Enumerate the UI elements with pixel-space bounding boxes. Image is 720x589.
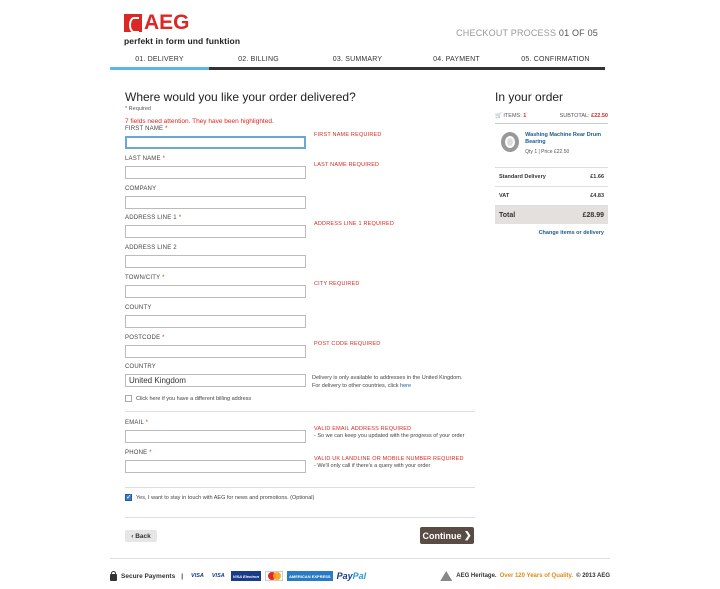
- order-item: Washing Machine Rear Drum Bearing Qty 1 …: [495, 132, 608, 168]
- last-name-error: LAST NAME REQUIRED: [314, 162, 380, 168]
- aeg-logo[interactable]: AEG perfekt in form und funktion: [124, 11, 241, 46]
- other-countries-link[interactable]: here: [400, 383, 411, 389]
- step-delivery: 01. DELIVERY: [110, 54, 209, 70]
- first-name-field: FIRST NAME * FIRST NAME REQUIRED: [125, 126, 381, 149]
- address2-field: ADDRESS LINE 2: [125, 245, 306, 268]
- address1-error: ADDRESS LINE 1 REQUIRED: [314, 221, 395, 227]
- aeg-logo-icon: [124, 14, 142, 33]
- delivery-line: Standard Delivery £1.66: [495, 168, 608, 187]
- mastercard-icon: [265, 571, 284, 581]
- paypal-icon: PayPal: [336, 571, 367, 581]
- postcode-input[interactable]: [125, 345, 306, 358]
- visa-icon: VISA: [191, 573, 204, 579]
- summary-title: In your order: [495, 90, 564, 104]
- bearing-thumbnail: [501, 132, 520, 152]
- phone-input[interactable]: [125, 460, 306, 473]
- checkout-progress: CHECKOUT PROCESS 01 OF 05: [456, 28, 598, 38]
- billing-address-label: Click here if you have a different billi…: [136, 395, 252, 402]
- email-field: EMAIL * VALID EMAIL ADDRESS REQUIRED - S…: [125, 420, 464, 443]
- vat-line: VAT £4.83: [495, 187, 608, 206]
- cart-icon: 🛒: [495, 113, 502, 119]
- step-payment: 04. PAYMENT: [433, 56, 480, 63]
- country-field: COUNTRY United Kingdom Delivery is only …: [125, 364, 462, 389]
- back-button[interactable]: ‹ Back: [125, 530, 157, 542]
- postcode-field: POSTCODE * POST CODE REQUIRED: [125, 335, 380, 358]
- email-error: VALID EMAIL ADDRESS REQUIRED: [314, 426, 412, 432]
- step-summary: 03. SUMMARY: [332, 56, 383, 63]
- town-field: TOWN/CITY * CITY REQUIRED: [125, 275, 359, 298]
- footer-divider: [110, 558, 610, 559]
- delivery-form: Where would you like your order delivere…: [125, 90, 475, 544]
- country-note: Delivery is only available to addresses …: [312, 375, 463, 389]
- item-qty: Qty 1 | Price £22.50: [525, 149, 570, 155]
- phone-help: - We'll only call if there's a query wit…: [314, 463, 431, 469]
- first-name-error: FIRST NAME REQUIRED: [314, 132, 382, 138]
- step-billing: 02. BILLING: [238, 56, 279, 63]
- step-confirmation: 05. CONFIRMATION: [521, 56, 590, 63]
- amex-icon: AMERICAN EXPRESS: [287, 571, 333, 581]
- brand-name: AEG: [144, 11, 190, 34]
- continue-button[interactable]: Continue ❯: [420, 527, 474, 544]
- billing-address-row: Click here if you have a different billi…: [125, 395, 251, 402]
- newsletter-checkbox[interactable]: [125, 493, 132, 501]
- company-field: COMPANY: [125, 186, 306, 209]
- total-line: Total £28.99: [495, 206, 608, 224]
- newsletter-label: Yes, I want to stay in touch with AEG fo…: [136, 494, 315, 501]
- email-input[interactable]: [125, 430, 306, 443]
- chevron-right-icon: ❯: [461, 530, 472, 540]
- heritage-logo-icon: [440, 571, 453, 581]
- error-summary: 7 fields need attention. They have been …: [125, 118, 274, 125]
- county-input[interactable]: [125, 315, 306, 328]
- company-input[interactable]: [125, 196, 306, 209]
- item-name-link[interactable]: Washing Machine Rear Drum Bearing: [525, 132, 608, 146]
- phone-error: VALID UK LANDLINE OR MOBILE NUMBER REQUI…: [314, 456, 464, 462]
- heritage-note: AEG Heritage. Over 120 Years of Quality.…: [440, 571, 610, 581]
- town-input[interactable]: [125, 285, 306, 298]
- lock-icon: [110, 570, 117, 581]
- change-items-link[interactable]: Change items or delivery: [495, 230, 608, 236]
- address1-input[interactable]: [125, 225, 306, 238]
- visa-electron-icon: VISA Electron: [230, 571, 262, 581]
- divider: [125, 411, 475, 412]
- county-field: COUNTY: [125, 305, 306, 328]
- secure-payments: Secure Payments | VISA VISA VISA Electro…: [110, 570, 366, 581]
- brand-tagline: perfekt in form und funktion: [124, 36, 241, 46]
- country-select[interactable]: United Kingdom: [125, 374, 306, 387]
- phone-field: PHONE * VALID UK LANDLINE OR MOBILE NUMB…: [125, 450, 464, 473]
- required-note: * Required: [125, 106, 151, 112]
- form-title: Where would you like your order delivere…: [125, 90, 356, 104]
- order-summary: In your order 🛒 ITEMS: 1 SUBTOTAL: £22.5…: [495, 90, 608, 236]
- checkout-steps: 01. DELIVERY 02. BILLING 03. SUMMARY 04.…: [110, 54, 605, 70]
- payment-logos: VISA VISA VISA Electron AMERICAN EXPRESS…: [189, 571, 366, 581]
- address1-field: ADDRESS LINE 1 * ADDRESS LINE 1 REQUIRED: [125, 215, 394, 238]
- divider: [125, 487, 475, 488]
- newsletter-row: Yes, I want to stay in touch with AEG fo…: [125, 493, 315, 501]
- first-name-input[interactable]: [125, 136, 306, 149]
- last-name-input[interactable]: [125, 166, 306, 179]
- postcode-error: POST CODE REQUIRED: [314, 341, 381, 347]
- last-name-field: LAST NAME * LAST NAME REQUIRED: [125, 156, 379, 179]
- divider: [125, 517, 475, 518]
- email-help: - So we can keep you updated with the pr…: [314, 433, 465, 439]
- town-error: CITY REQUIRED: [314, 281, 360, 287]
- address2-input[interactable]: [125, 255, 306, 268]
- summary-bar: 🛒 ITEMS: 1 SUBTOTAL: £22.50: [495, 113, 608, 124]
- billing-address-checkbox[interactable]: [125, 395, 132, 402]
- visa-debit-icon: VISA: [211, 573, 225, 579]
